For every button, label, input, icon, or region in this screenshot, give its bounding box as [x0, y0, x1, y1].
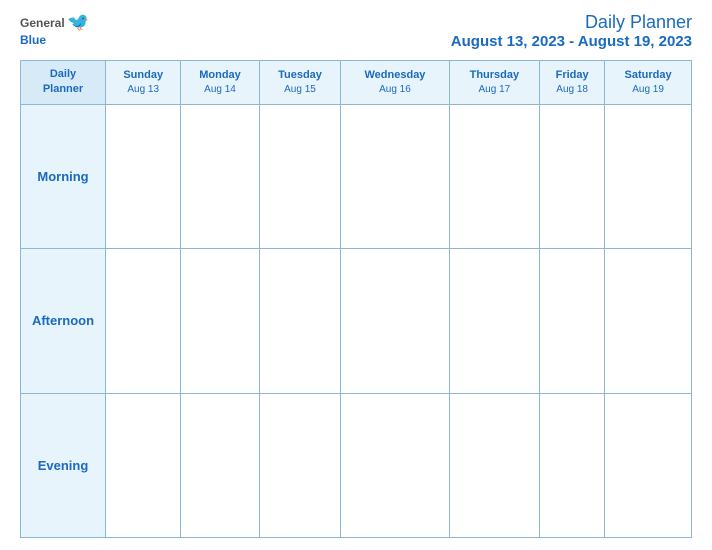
morning-row: Morning: [21, 104, 692, 248]
header-row: DailyPlanner Sunday Aug 13 Monday Aug 14…: [21, 61, 692, 105]
evening-tuesday[interactable]: [259, 393, 341, 537]
afternoon-tuesday[interactable]: [259, 249, 341, 393]
afternoon-sunday[interactable]: [106, 249, 181, 393]
calendar-table: DailyPlanner Sunday Aug 13 Monday Aug 14…: [20, 60, 692, 538]
evening-wednesday[interactable]: [341, 393, 449, 537]
afternoon-wednesday[interactable]: [341, 249, 449, 393]
logo-area: General 🐦 Blue: [20, 12, 89, 47]
morning-wednesday[interactable]: [341, 104, 449, 248]
morning-monday[interactable]: [181, 104, 259, 248]
logo-blue-text: Blue: [20, 33, 46, 47]
evening-label: Evening: [21, 393, 106, 537]
date-range: August 13, 2023 - August 19, 2023: [451, 33, 692, 50]
evening-saturday[interactable]: [605, 393, 692, 537]
morning-thursday[interactable]: [449, 104, 540, 248]
afternoon-saturday[interactable]: [605, 249, 692, 393]
afternoon-row: Afternoon: [21, 249, 692, 393]
morning-saturday[interactable]: [605, 104, 692, 248]
evening-friday[interactable]: [540, 393, 605, 537]
afternoon-label: Afternoon: [21, 249, 106, 393]
morning-sunday[interactable]: [106, 104, 181, 248]
morning-friday[interactable]: [540, 104, 605, 248]
header-tuesday: Tuesday Aug 15: [259, 61, 341, 105]
header-wednesday: Wednesday Aug 16: [341, 61, 449, 105]
evening-thursday[interactable]: [449, 393, 540, 537]
evening-sunday[interactable]: [106, 393, 181, 537]
logo-general-text: General: [20, 16, 65, 30]
logo-bird-icon: 🐦: [67, 12, 89, 33]
header-friday: Friday Aug 18: [540, 61, 605, 105]
afternoon-thursday[interactable]: [449, 249, 540, 393]
header-thursday: Thursday Aug 17: [449, 61, 540, 105]
header-sunday: Sunday Aug 13: [106, 61, 181, 105]
page-title: Daily Planner: [451, 12, 692, 33]
title-area: Daily Planner August 13, 2023 - August 1…: [451, 12, 692, 50]
morning-label: Morning: [21, 104, 106, 248]
evening-row: Evening: [21, 393, 692, 537]
header-monday: Monday Aug 14: [181, 61, 259, 105]
afternoon-monday[interactable]: [181, 249, 259, 393]
morning-tuesday[interactable]: [259, 104, 341, 248]
header-daily-planner: DailyPlanner: [21, 61, 106, 105]
page-header: General 🐦 Blue Daily Planner August 13, …: [20, 12, 692, 50]
evening-monday[interactable]: [181, 393, 259, 537]
header-saturday: Saturday Aug 19: [605, 61, 692, 105]
afternoon-friday[interactable]: [540, 249, 605, 393]
